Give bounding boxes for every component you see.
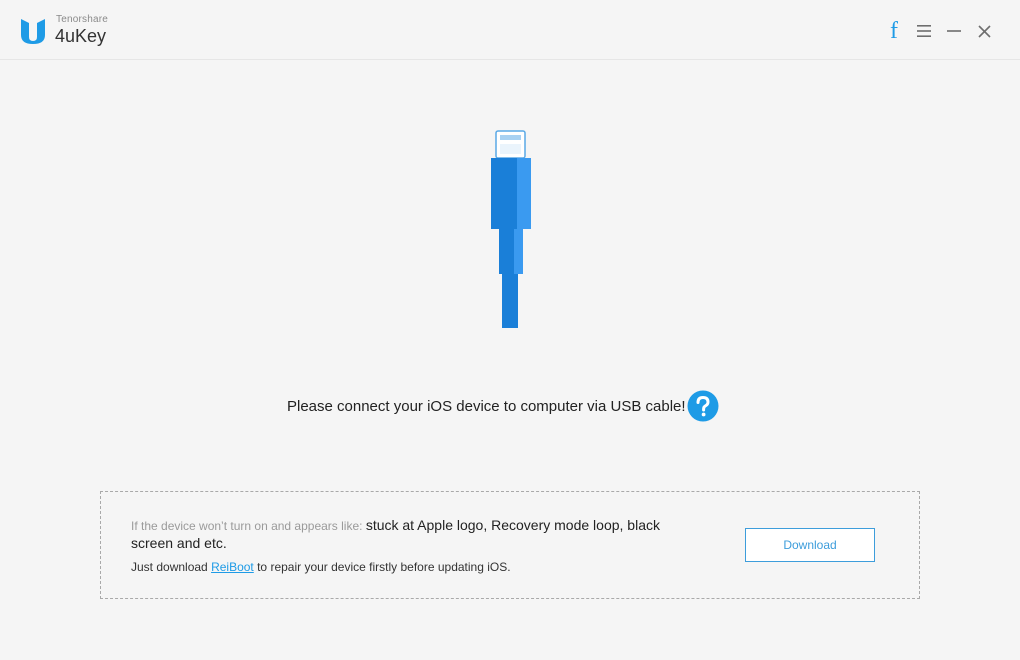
brand-company: Tenorshare (56, 14, 109, 25)
hint-before: Just download (131, 560, 212, 574)
help-icon[interactable] (687, 390, 719, 422)
lightning-cable-icon (491, 130, 531, 328)
menu-button[interactable] (912, 19, 936, 43)
info-prefix: If the device won’t turn on and appears … (131, 519, 366, 533)
tenorshare-logo-icon (21, 19, 45, 44)
minimize-button[interactable] (942, 19, 966, 43)
facebook-icon: f (890, 18, 898, 44)
repair-info-box: If the device won’t turn on and appears … (100, 491, 920, 599)
download-button[interactable]: Download (745, 528, 875, 562)
brand-product: 4uKey (55, 26, 107, 46)
title-bar: Tenorshare 4uKey f (0, 0, 1020, 60)
connect-message: Please connect your iOS device to comput… (287, 398, 686, 415)
close-button[interactable] (972, 19, 996, 43)
minimize-icon (947, 30, 961, 32)
facebook-button[interactable]: f (882, 19, 906, 43)
reiboot-link[interactable]: ReiBoot (211, 560, 254, 574)
info-download-hint: Just download ReiBoot to repair your dev… (131, 560, 511, 574)
close-icon (977, 24, 991, 38)
menu-icon (917, 25, 931, 37)
hint-after: to repair your device firstly before upd… (253, 560, 511, 574)
info-symptoms-text: If the device won’t turn on and appears … (131, 517, 701, 552)
